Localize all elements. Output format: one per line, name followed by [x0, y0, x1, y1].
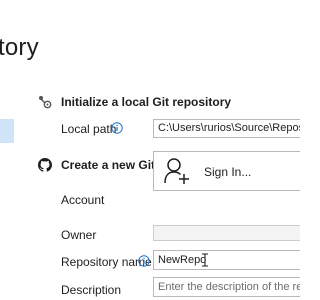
local-git-heading: Initialize a local Git repository	[61, 95, 232, 109]
text-cursor-icon	[202, 253, 208, 267]
local-path-info-icon[interactable]	[111, 122, 123, 134]
owner-select[interactable]	[153, 225, 300, 241]
repository-name-input[interactable]: NewRepo	[153, 250, 300, 270]
description-input[interactable]: Enter the description of the repos	[153, 277, 300, 297]
sidebar-selected-item[interactable]	[0, 119, 14, 143]
repository-name-info-icon[interactable]	[138, 255, 150, 267]
local-path-label: Local path	[61, 122, 117, 136]
local-path-input[interactable]: C:\Users\rurios\Source\Repos\New	[153, 119, 300, 138]
add-person-icon	[164, 158, 189, 184]
github-icon	[38, 158, 52, 172]
owner-label: Owner	[61, 228, 97, 242]
create-git-repository-page: tory Initialize a local Git repository L…	[0, 0, 300, 300]
account-label: Account	[61, 193, 105, 207]
description-label: Description	[61, 283, 122, 297]
page-title: tory	[0, 34, 39, 61]
sign-in-label: Sign In...	[204, 165, 252, 179]
sign-in-button[interactable]: Sign In...	[153, 151, 300, 191]
git-settings-icon	[39, 96, 52, 109]
